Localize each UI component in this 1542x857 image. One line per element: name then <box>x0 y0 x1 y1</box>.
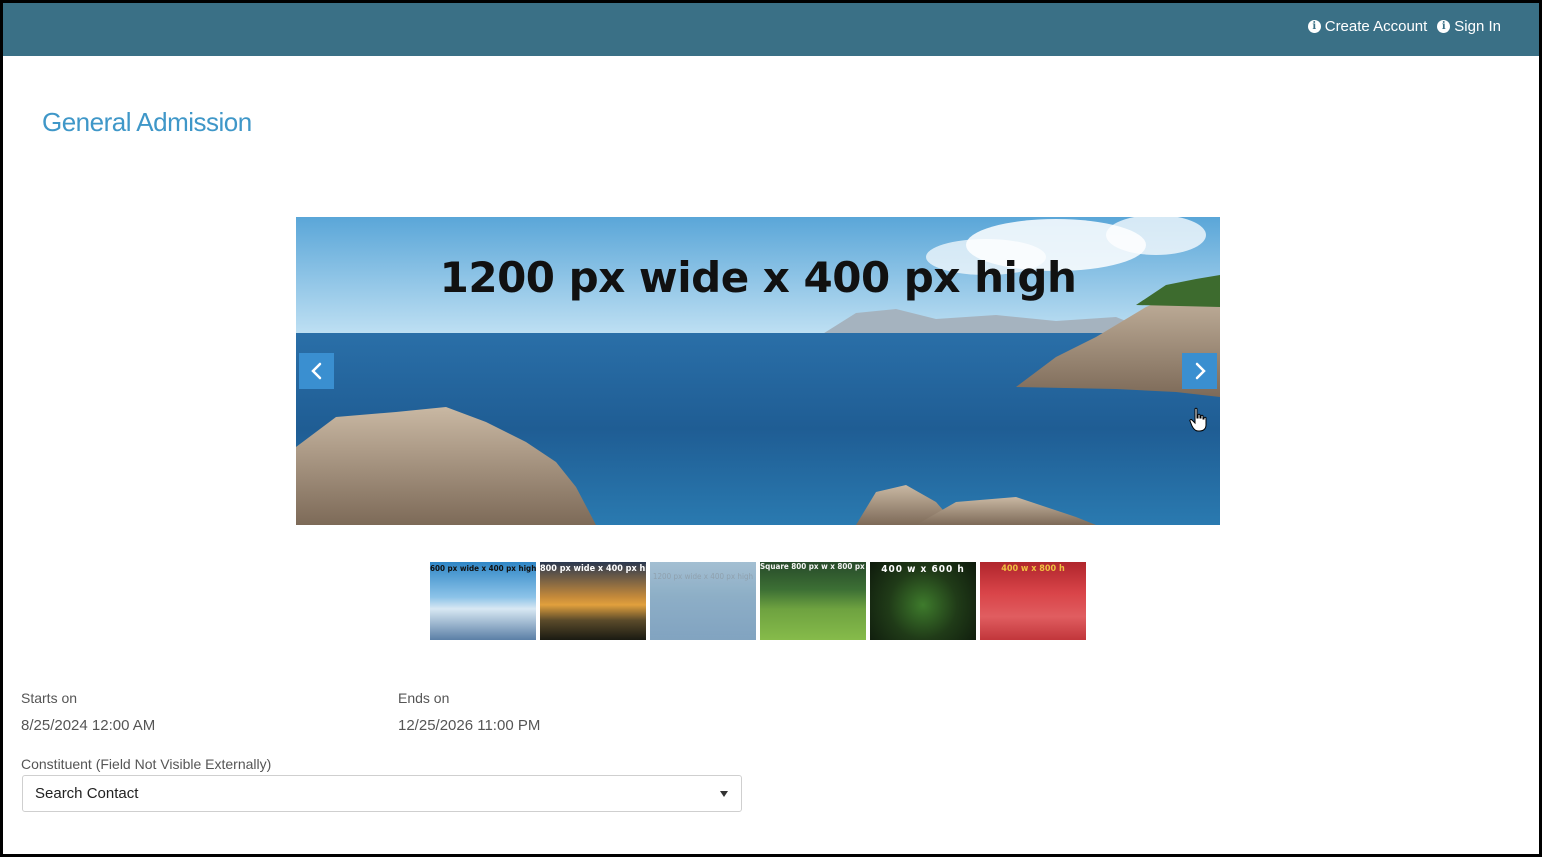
page-title: General Admission <box>42 107 252 137</box>
thumbnail-label: 400 w x 600 h <box>881 564 965 575</box>
ends-on-label: Ends on <box>398 690 450 706</box>
constituent-select-value: Search Contact <box>35 785 139 802</box>
thumbnail[interactable]: Square 800 px w x 800 px h <box>760 562 866 640</box>
constituent-select[interactable]: Search Contact <box>22 775 742 812</box>
carousel-banner-text: 1200 px wide x 400 px high <box>439 253 1077 302</box>
thumbnail-strip: 600 px wide x 400 px high 800 px wide x … <box>430 562 1086 640</box>
create-account-link[interactable]: i Create Account <box>1307 18 1428 35</box>
thumbnail-label: 1200 px wide x 400 px high <box>652 572 754 581</box>
info-icon: i <box>1307 20 1321 33</box>
info-icon: i <box>1437 20 1451 33</box>
thumbnail[interactable]: 1200 px wide x 400 px high <box>650 562 756 640</box>
sign-in-link[interactable]: i Sign In <box>1437 18 1501 35</box>
carousel-next-button[interactable] <box>1182 353 1217 389</box>
thumbnail[interactable]: 600 px wide x 400 px high <box>430 562 536 640</box>
create-account-label: Create Account <box>1324 18 1428 35</box>
image-carousel[interactable]: 1200 px wide x 400 px high <box>296 217 1220 525</box>
account-nav: i Create Account i Sign In <box>1307 18 1501 35</box>
thumbnail[interactable]: 400 w x 800 h <box>980 562 1086 640</box>
thumbnail[interactable]: 800 px wide x 400 px high <box>540 562 646 640</box>
ends-on-value: 12/25/2026 11:00 PM <box>398 717 541 734</box>
page-frame: i Create Account i Sign In General Admis… <box>3 3 1539 854</box>
top-navigation-bar: i Create Account i Sign In <box>3 3 1539 56</box>
starts-on-value: 8/25/2024 12:00 AM <box>21 717 156 734</box>
sign-in-label: Sign In <box>1454 18 1501 35</box>
thumbnail-label: 800 px wide x 400 px high <box>540 564 646 574</box>
hand-cursor-icon <box>1189 407 1207 432</box>
carousel-prev-button[interactable] <box>299 353 334 389</box>
chevron-left-icon <box>310 362 321 380</box>
caret-down-icon <box>720 791 728 797</box>
thumbnail[interactable]: 400 w x 600 h <box>870 562 976 640</box>
thumbnail-label: Square 800 px w x 800 px h <box>760 562 866 571</box>
constituent-label: Constituent (Field Not Visible Externall… <box>21 756 272 772</box>
thumbnail-label: 400 w x 800 h <box>1001 564 1065 574</box>
starts-on-label: Starts on <box>21 690 78 706</box>
thumbnail-label: 600 px wide x 400 px high <box>430 564 536 573</box>
chevron-right-icon <box>1195 362 1206 380</box>
